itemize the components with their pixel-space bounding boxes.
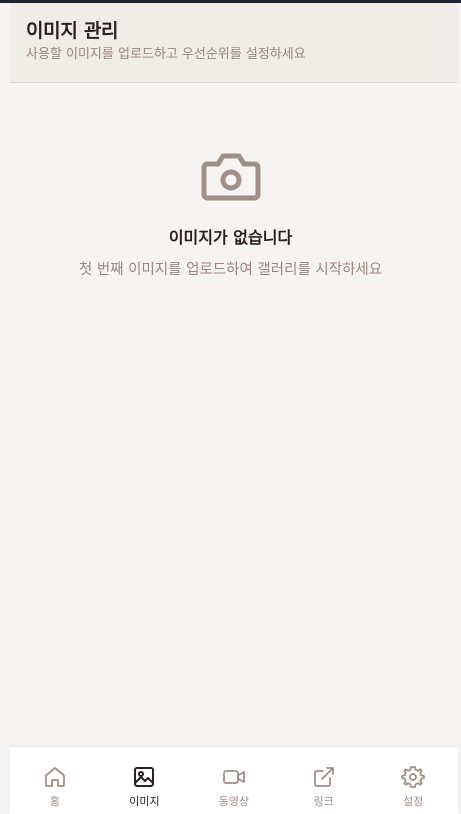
video-icon <box>223 770 245 784</box>
nav-item-settings[interactable]: 설정 <box>368 747 458 814</box>
nav-label-image: 이미지 <box>129 795 160 808</box>
nav-label-link: 링크 <box>313 795 334 808</box>
empty-state-title: 이미지가 없습니다 <box>168 228 293 247</box>
nav-item-video[interactable]: 동영상 <box>189 747 279 814</box>
page-title: 이미지 관리 <box>26 20 119 42</box>
nav-item-image[interactable]: 이미지 <box>100 747 190 814</box>
bottom-navigation: 홈 이미지 동영상 링크 설정 <box>10 746 458 814</box>
page-subtitle: 사용할 이미지를 업로드하고 우선순위를 설정하세요 <box>26 47 306 62</box>
external-link-icon <box>313 767 334 787</box>
page-header: 이미지 관리 사용할 이미지를 업로드하고 우선순위를 설정하세요 <box>10 3 458 83</box>
nav-item-home[interactable]: 홈 <box>10 747 100 814</box>
home-icon <box>44 767 65 787</box>
nav-label-video: 동영상 <box>218 795 250 808</box>
empty-state: 이미지가 없습니다 첫 번째 이미지를 업로드하여 갤러리를 시작하세요 <box>0 150 461 280</box>
camera-icon <box>201 153 260 201</box>
nav-label-home: 홈 <box>49 795 60 808</box>
gear-icon <box>401 766 426 788</box>
image-icon <box>134 767 155 787</box>
empty-state-message: 첫 번째 이미지를 업로드하여 갤러리를 시작하세요 <box>78 262 383 278</box>
nav-label-settings: 설정 <box>403 795 424 808</box>
nav-item-link[interactable]: 링크 <box>279 747 369 814</box>
